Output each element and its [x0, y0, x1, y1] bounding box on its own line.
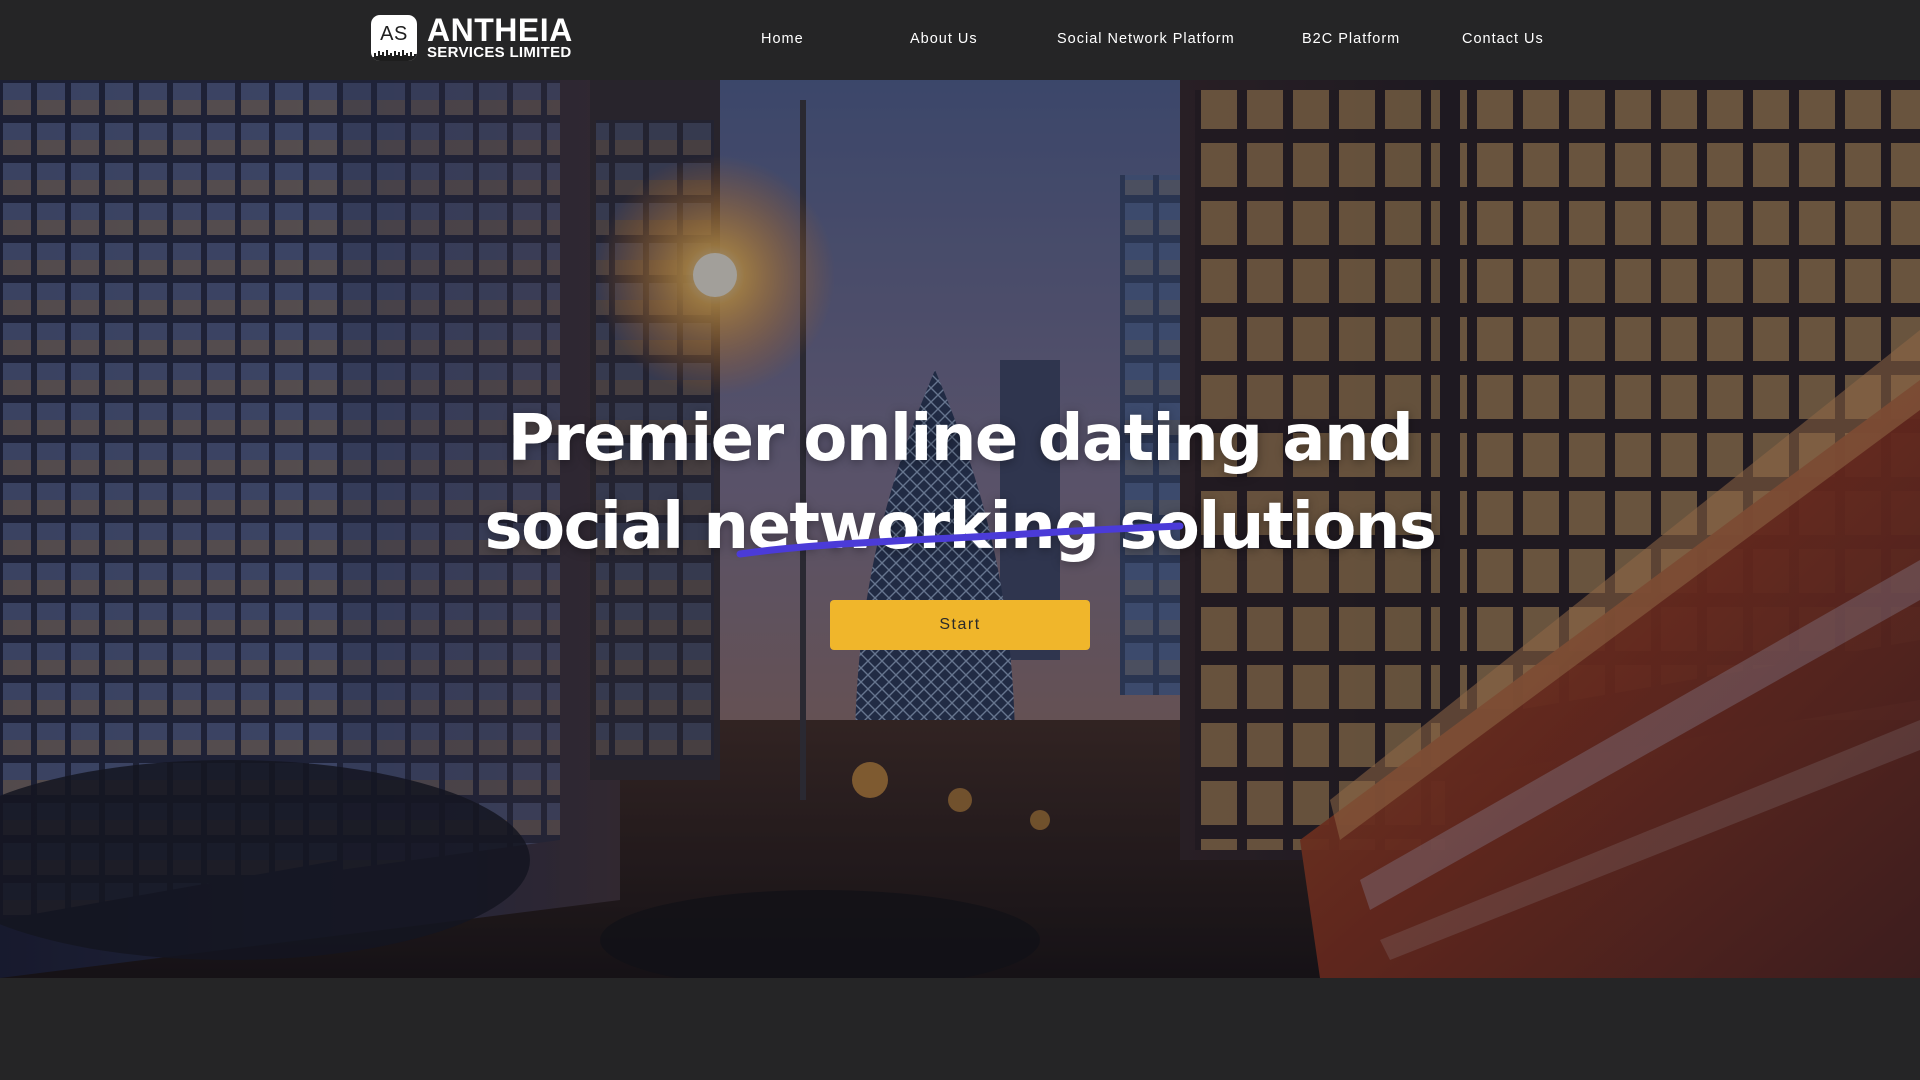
page-bottom-band	[0, 978, 1920, 1080]
main-navigation: Home About Us Social Network Platform B2…	[0, 0, 1920, 80]
nav-item-home[interactable]: Home	[761, 31, 804, 47]
page: AS ANTHEIA SERVICES LIMITED Home About U…	[0, 0, 1920, 1080]
hero-underline-stroke	[736, 522, 1184, 558]
hero-section: Premier online dating and social network…	[0, 80, 1920, 978]
hero-title-line-1: Premier online dating and	[507, 401, 1414, 476]
nav-item-b2c-platform[interactable]: B2C Platform	[1302, 31, 1400, 47]
nav-item-about-us[interactable]: About Us	[910, 31, 978, 47]
nav-item-social-network-platform[interactable]: Social Network Platform	[1057, 31, 1235, 47]
site-header: AS ANTHEIA SERVICES LIMITED Home About U…	[0, 0, 1920, 80]
start-button[interactable]: Start	[830, 600, 1090, 650]
nav-item-contact-us[interactable]: Contact Us	[1462, 31, 1544, 47]
